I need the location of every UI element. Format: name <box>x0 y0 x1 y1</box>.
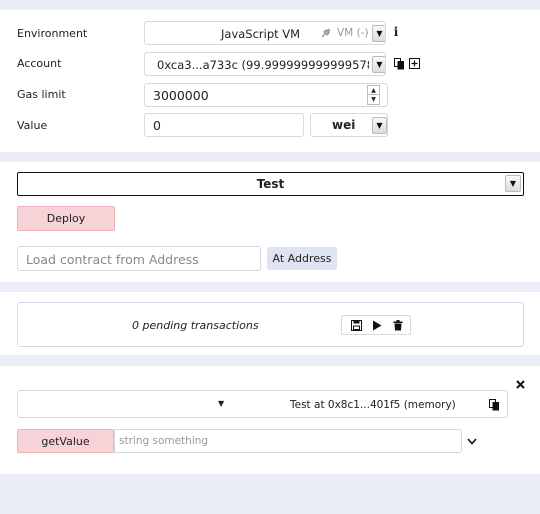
transactions-panel: 0 pending transactions <box>0 292 540 355</box>
plug-icon <box>319 26 333 40</box>
instance-title: Test at 0x8c1...401f5 (memory) <box>290 399 456 411</box>
at-address-label: At Address <box>272 252 332 265</box>
pending-transactions-text: 0 pending transactions <box>132 319 259 332</box>
gas-limit-label: Gas limit <box>17 88 66 101</box>
info-icon[interactable]: i <box>391 25 401 39</box>
chevron-down-icon[interactable] <box>466 435 478 447</box>
value-unit: wei <box>332 118 356 132</box>
play-icon[interactable] <box>367 316 387 334</box>
transaction-toolbar <box>341 315 411 335</box>
value-input[interactable]: 0 <box>144 113 304 137</box>
contract-selected: Test <box>256 177 285 191</box>
gas-limit-value: 3000000 <box>153 88 209 103</box>
account-label: Account <box>17 57 62 70</box>
account-select[interactable]: 0xca3...a733c (99.999999999999578 ▼ <box>144 52 386 76</box>
environment-label: Environment <box>17 27 88 40</box>
value-label: Value <box>17 119 48 132</box>
at-address-button[interactable]: At Address <box>267 247 337 270</box>
copy-address-icon[interactable] <box>488 398 500 411</box>
account-value: 0xca3...a733c (99.999999999999578 <box>157 58 369 72</box>
getvalue-button[interactable]: getValue <box>17 429 114 453</box>
getvalue-argument-input[interactable]: string something <box>114 429 462 453</box>
instance-panel: ▼ Test at 0x8c1...401f5 (memory) getValu… <box>0 366 540 474</box>
gas-limit-stepper[interactable]: ▲ ▼ <box>367 85 380 105</box>
getvalue-label: getValue <box>41 434 90 448</box>
settings-panel: Environment JavaScript VM VM (-) ▼ i Acc… <box>0 10 540 152</box>
environment-select[interactable]: JavaScript VM VM (-) ▼ <box>144 21 386 45</box>
plus-square-icon[interactable] <box>408 57 420 69</box>
deploy-button[interactable]: Deploy <box>17 206 115 231</box>
deploy-panel: Test ▼ Deploy Load contract from Address… <box>0 162 540 282</box>
environment-dropdown-button[interactable]: ▼ <box>372 25 385 42</box>
value-unit-dropdown-button[interactable]: ▼ <box>372 117 387 134</box>
gas-limit-input[interactable]: 3000000 ▲ ▼ <box>144 83 388 107</box>
value-amount: 0 <box>153 118 161 133</box>
value-unit-select[interactable]: wei ▼ <box>310 113 388 137</box>
instance-header[interactable]: ▼ Test at 0x8c1...401f5 (memory) <box>17 390 508 418</box>
stepper-up-icon[interactable]: ▲ <box>367 85 380 95</box>
stepper-down-icon[interactable]: ▼ <box>367 95 380 105</box>
contract-dropdown-button[interactable]: ▼ <box>505 175 521 192</box>
close-icon[interactable] <box>514 378 526 390</box>
environment-value: JavaScript VM <box>221 27 301 41</box>
vm-badge: VM (-) <box>337 27 369 39</box>
instance-expand-icon[interactable]: ▼ <box>218 399 224 408</box>
getvalue-argument-placeholder: string something <box>119 435 209 447</box>
save-icon[interactable] <box>346 316 366 334</box>
deploy-label: Deploy <box>46 212 86 225</box>
contract-select[interactable]: Test ▼ <box>17 172 524 196</box>
trash-icon[interactable] <box>388 316 408 334</box>
pending-transactions-box: 0 pending transactions <box>17 302 524 347</box>
copy-icon[interactable] <box>393 57 405 70</box>
contract-address-input[interactable]: Load contract from Address <box>17 246 261 271</box>
account-dropdown-button[interactable]: ▼ <box>372 56 385 73</box>
contract-address-placeholder: Load contract from Address <box>26 252 199 267</box>
